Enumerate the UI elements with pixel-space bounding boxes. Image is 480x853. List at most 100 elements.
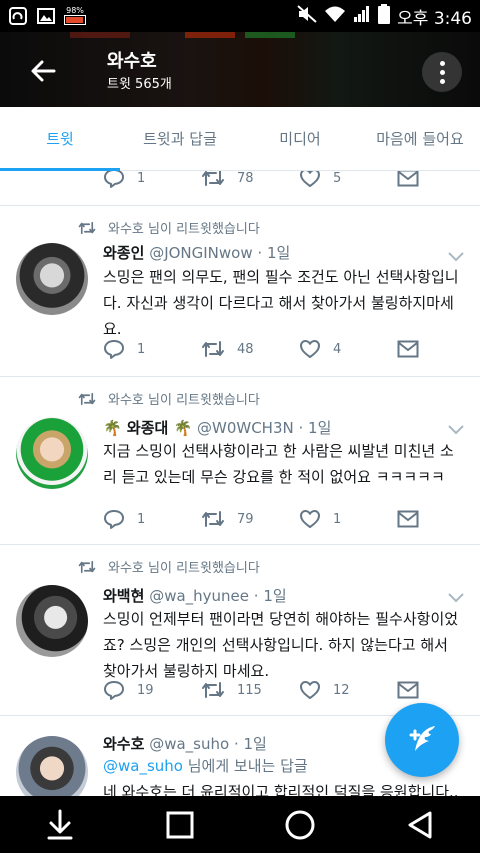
reply-mention-link[interactable]: @wa_suho	[103, 757, 183, 775]
retweet-button[interactable]: 79	[201, 510, 299, 528]
reply-count: 1	[137, 341, 146, 357]
avatar[interactable]	[16, 243, 88, 315]
tweet-count: 트윗 565개	[107, 77, 172, 92]
like-button[interactable]: 5	[299, 171, 397, 188]
retweet-button[interactable]: 78	[201, 171, 299, 187]
profile-header: 와수호 트윗 565개	[0, 32, 480, 107]
reply-to-label: 님에게 보내는 답글	[187, 757, 308, 775]
like-button[interactable]: 12	[299, 680, 397, 700]
author-handle[interactable]: @wa_hyunee	[149, 587, 249, 605]
tab-likes[interactable]: 마음에 들어요	[360, 107, 480, 170]
chevron-down-icon[interactable]	[446, 591, 466, 605]
mute-icon	[297, 4, 317, 28]
retweet-count: 79	[237, 511, 254, 527]
author-name[interactable]: 🌴 와종대 🌴	[103, 419, 192, 437]
reply-icon	[104, 681, 124, 700]
tweet-time: · 1일	[298, 419, 332, 437]
back-arrow-icon	[31, 60, 56, 82]
profile-tabs: 트윗 트윗과 답글 미디어 마음에 들어요	[0, 107, 480, 171]
tab-tweets-and-replies[interactable]: 트윗과 답글	[120, 107, 240, 170]
author-handle[interactable]: @JONGINwow	[149, 244, 252, 262]
retweet-count: 48	[237, 341, 254, 357]
like-count: 4	[333, 341, 342, 357]
author-name[interactable]: 와백현	[103, 587, 144, 605]
share-button[interactable]	[397, 340, 480, 358]
retweet-icon	[202, 511, 224, 527]
battery-saver-icon: 98%	[64, 7, 86, 25]
heart-icon	[300, 510, 320, 528]
reply-button[interactable]: 1	[103, 509, 201, 529]
more-options-button[interactable]	[422, 52, 462, 92]
retweet-icon	[202, 171, 224, 186]
retweet-icon	[78, 221, 96, 234]
compose-tweet-button[interactable]	[385, 703, 459, 777]
reply-icon	[104, 171, 124, 188]
author-handle[interactable]: @W0WCH3N	[197, 419, 294, 437]
author-handle[interactable]: @wa_suho	[149, 735, 229, 753]
back-button[interactable]	[26, 54, 60, 88]
tweet-partial[interactable]: 1 78 5	[0, 171, 480, 206]
image-icon	[36, 7, 56, 25]
envelope-icon	[397, 171, 419, 187]
retweet-context: 와수호 님이 리트윗했습니다	[78, 389, 260, 408]
tweet-text: 스밍이 언제부터 팬이라면 당연히 해야하는 필수사항이었죠? 스밍은 개인의 …	[103, 610, 459, 680]
compose-tweet-icon	[409, 726, 435, 751]
reply-count: 1	[137, 511, 146, 527]
retweet-icon	[202, 341, 224, 357]
like-count: 1	[333, 511, 342, 527]
tweet[interactable]: 와수호 님이 리트윗했습니다 와종인 @JONGINwow · 1일 스밍은 팬…	[0, 206, 480, 377]
tweet-feed[interactable]: 1 78 5 와수호 님이 리트윗했습니다 와종인 @JONGINwow · 1…	[0, 171, 480, 796]
like-count: 5	[333, 171, 342, 186]
retweet-button[interactable]: 48	[201, 340, 299, 358]
system-nav-bar	[0, 796, 480, 853]
signal-icon	[353, 5, 371, 28]
battery-icon	[378, 3, 391, 29]
reply-button[interactable]: 19	[103, 680, 201, 700]
nav-hide-keyboard-button[interactable]	[32, 803, 88, 847]
retweeted-by-label: 와수호 님이 리트윗했습니다	[108, 222, 260, 237]
tweet-text: 스밍은 팬의 의무도, 팬의 필수 조건도 아닌 선택사항입니다. 자신과 생각…	[103, 268, 459, 338]
nav-recents-button[interactable]	[152, 803, 208, 847]
app-icon	[8, 7, 28, 25]
reply-count: 1	[137, 171, 146, 186]
reply-button[interactable]: 1	[103, 339, 201, 359]
heart-icon	[300, 681, 320, 699]
retweeted-by-label: 와수호 님이 리트윗했습니다	[108, 393, 260, 408]
envelope-icon	[397, 510, 419, 528]
retweeted-by-label: 와수호 님이 리트윗했습니다	[108, 561, 260, 576]
retweet-context: 와수호 님이 리트윗했습니다	[78, 557, 260, 576]
reply-icon	[104, 340, 124, 359]
chevron-down-icon[interactable]	[446, 250, 466, 264]
nav-home-button[interactable]	[272, 803, 328, 847]
heart-icon	[300, 171, 320, 187]
avatar[interactable]	[16, 417, 88, 489]
battery-percent-label: 98%	[66, 6, 84, 15]
reply-icon	[104, 510, 124, 529]
retweet-button[interactable]: 115	[201, 681, 299, 699]
download-arrow-icon	[47, 809, 73, 839]
share-button[interactable]	[397, 510, 480, 528]
avatar[interactable]	[16, 736, 88, 796]
clock: 오후 3:46	[397, 8, 472, 29]
like-button[interactable]: 1	[299, 509, 397, 529]
reply-count: 19	[137, 682, 154, 698]
retweet-icon	[202, 682, 224, 698]
avatar[interactable]	[16, 585, 88, 657]
profile-name: 와수호	[107, 51, 157, 72]
tweet[interactable]: 와수호 님이 리트윗했습니다 🌴 와종대 🌴 @W0WCH3N · 1일 지금 …	[0, 377, 480, 545]
share-button[interactable]	[397, 681, 480, 699]
nav-back-button[interactable]	[392, 803, 448, 847]
reply-button[interactable]: 1	[103, 171, 201, 188]
tweet-text: 지금 스밍이 선택사항이라고 한 사람은 씨발년 미친년 소리 듣고 있는데 무…	[103, 442, 454, 486]
chevron-down-icon[interactable]	[446, 423, 466, 437]
tweet[interactable]: 와수호 님이 리트윗했습니다 와백현 @wa_hyunee · 1일 스밍이 언…	[0, 545, 480, 716]
author-name[interactable]: 와수호	[103, 735, 144, 753]
retweet-count: 115	[237, 682, 262, 698]
share-button[interactable]	[397, 171, 480, 187]
like-button[interactable]: 4	[299, 339, 397, 359]
heart-icon	[300, 340, 320, 358]
tab-tweets[interactable]: 트윗	[0, 107, 120, 171]
tab-media[interactable]: 미디어	[240, 107, 360, 170]
author-name[interactable]: 와종인	[103, 244, 144, 262]
tweet-time: · 1일	[233, 735, 267, 753]
